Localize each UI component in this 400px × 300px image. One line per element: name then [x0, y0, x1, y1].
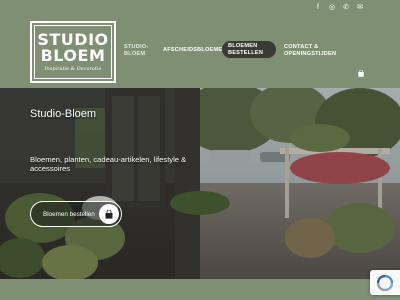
nav-item-bloemen-bestellen[interactable]: BLOEMEN BESTELLEN [222, 41, 276, 58]
nav-item-contact[interactable]: CONTACT & OPENINGSTIJDEN [284, 44, 340, 57]
phone-icon[interactable]: ✆ [342, 3, 350, 12]
footer-strip [0, 279, 400, 300]
logo-line-bloem: BLOEM [40, 46, 106, 65]
shopping-bag-icon [99, 204, 119, 224]
recaptcha-icon[interactable] [370, 270, 400, 295]
logo-tagline: Inspiratie & Decoratie [44, 66, 102, 72]
shopping-bag-icon[interactable] [358, 64, 364, 77]
site-header: STUDIO BLOEM Inspiratie & Decoratie STUD… [0, 17, 400, 88]
hero-title: Studio-Bloem [30, 108, 97, 120]
facebook-icon[interactable]: f [314, 3, 322, 12]
nav-item-studio-bloem[interactable]: STUDIO-BLOEM [124, 44, 154, 57]
instagram-icon[interactable]: ◎ [328, 3, 336, 12]
email-icon[interactable]: ✉ [356, 3, 364, 12]
logo[interactable]: STUDIO BLOEM Inspiratie & Decoratie [30, 21, 116, 83]
order-flowers-button-label: Bloemen bestellen [43, 210, 95, 218]
nav-item-afscheidsbloemen[interactable]: AFSCHEIDSBLOEMEN [163, 47, 226, 54]
order-flowers-button[interactable]: Bloemen bestellen [30, 201, 122, 227]
hero-subtitle: Bloemen, planten, cadeau-artikelen, life… [30, 155, 187, 173]
top-bar: f ◎ ✆ ✉ [0, 0, 400, 17]
social-links: f ◎ ✆ ✉ [314, 3, 364, 12]
